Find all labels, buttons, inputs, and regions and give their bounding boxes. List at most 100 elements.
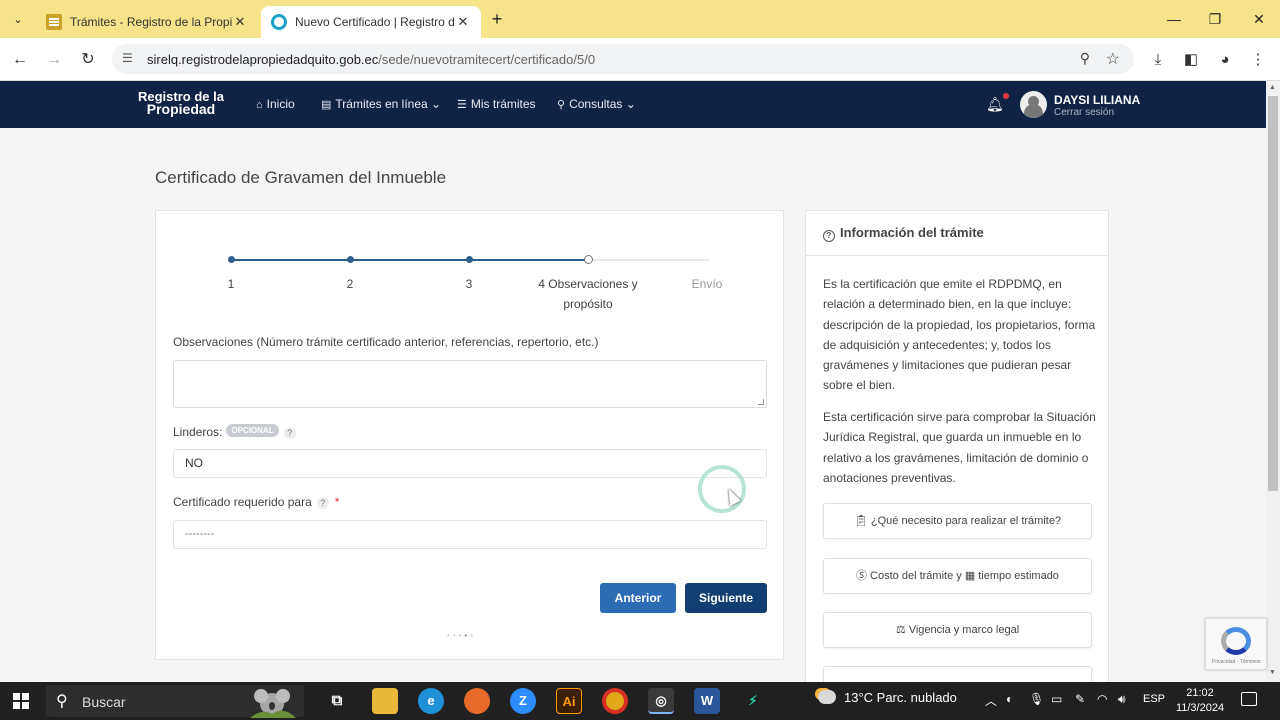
microphone-icon[interactable]: 🎙︎ — [1029, 692, 1044, 706]
help-icon[interactable]: ? — [283, 427, 296, 439]
legal-framework-button[interactable]: ⚖︎ Vigencia y marco legal — [823, 612, 1092, 648]
stepper-line-done — [232, 259, 589, 261]
stepper-line-todo — [589, 259, 709, 261]
url-text[interactable]: sirelq.registrodelapropiedadquito.gob.ec… — [147, 52, 595, 67]
nav-tramites-en-linea[interactable]: ▤ Trámites en línea ⌄ — [321, 97, 441, 111]
step-label-3: 3 — [465, 277, 473, 291]
linderos-input[interactable]: NO — [173, 449, 767, 478]
nav-consultas[interactable]: ⚲ Consultas ⌄ — [557, 97, 636, 111]
side-panel-icon[interactable]: ◧ — [1180, 49, 1202, 71]
clipboard-icon: 📋︎ — [853, 515, 868, 527]
nav-inicio[interactable]: ⌂ Inicio — [256, 97, 295, 111]
browser-menu-icon[interactable]: ⋮ — [1247, 49, 1269, 71]
zoom-icon[interactable]: ⚲ — [1080, 50, 1090, 67]
download-icon[interactable]: ⤓ — [1147, 49, 1169, 71]
edge-icon[interactable]: e — [418, 688, 444, 714]
language-indicator[interactable]: ESP — [1143, 693, 1165, 705]
profile-icon[interactable]: ◕ — [1214, 49, 1236, 71]
pen-icon[interactable]: ✎ — [1075, 692, 1085, 706]
close-tab-icon[interactable]: ✕ — [232, 14, 248, 30]
step-dot-1[interactable] — [228, 256, 235, 263]
taskbar-search-box[interactable]: ⚲ Buscar — [46, 685, 304, 718]
logout-link[interactable]: Cerrar sesión — [1054, 107, 1114, 118]
zoom-app-icon[interactable]: Z — [510, 688, 536, 714]
weather-widget[interactable]: 13°C Parc. nublado — [818, 690, 957, 705]
windows-taskbar: ⚲ Buscar ⧉ e Z Ai ◎ W ⚡︎ 13°C Parc. nubl… — [0, 682, 1280, 720]
browser-tab-nuevo-certificado[interactable]: Nuevo Certificado | Registro de ✕ — [261, 6, 481, 38]
info-card-title: Información del trámite — [840, 225, 984, 240]
tab-title: Trámites - Registro de la Propie — [70, 15, 232, 29]
browser-tab-bar: ⌄ Trámites - Registro de la Propie ✕ Nue… — [0, 0, 1280, 38]
page-scrollbar[interactable]: ▲ ▼ — [1266, 81, 1280, 682]
certificado-label-row: Certificado requerido para? * — [173, 495, 339, 509]
form-card: 1 2 3 4 Observaciones y propósito Envío … — [155, 210, 784, 660]
word-icon[interactable]: W — [694, 688, 720, 714]
volume-icon[interactable]: 🔊︎ — [1118, 692, 1126, 707]
display-icon[interactable]: ▭ — [1051, 692, 1062, 706]
nav-mis-tramites[interactable]: ☰ Mis trámites — [457, 97, 536, 111]
scrollbar-thumb[interactable] — [1268, 96, 1278, 491]
site-info-icon[interactable]: ☰ — [122, 51, 138, 67]
windows-start-icon[interactable] — [13, 693, 29, 709]
info-card-header: ? Información del trámite — [806, 211, 1108, 256]
screen-recorder-icon[interactable]: ⚡︎ — [740, 688, 766, 714]
koala-illustration-icon — [250, 689, 296, 718]
reload-icon[interactable]: ↻ — [77, 49, 99, 71]
browser-toolbar: ← → ↻ ☰ sirelq.registrodelapropiedadquit… — [0, 38, 1280, 81]
close-window-button[interactable]: ✕ — [1248, 8, 1270, 30]
optional-badge: OPCIONAL — [226, 424, 279, 437]
chevron-down-icon: ⌄ — [427, 97, 442, 111]
scale-icon: ⚖︎ — [895, 624, 906, 636]
chrome-icon[interactable] — [602, 688, 628, 714]
page-title: Certificado de Gravamen del Inmueble — [155, 168, 447, 187]
minimize-button[interactable]: — — [1163, 8, 1185, 30]
observaciones-label: Observaciones (Número trámite certificad… — [173, 335, 599, 349]
info-card: ? Información del trámite Es la certifica… — [805, 210, 1109, 696]
site-logo[interactable]: Registro de la Propiedad — [138, 90, 224, 116]
scroll-down-icon[interactable]: ▼ — [1269, 669, 1276, 676]
scroll-up-icon[interactable]: ▲ — [1269, 84, 1276, 91]
user-avatar[interactable] — [1020, 91, 1047, 118]
observaciones-textarea[interactable] — [173, 360, 767, 408]
step-dot-4-current[interactable] — [584, 255, 593, 264]
tray-app-icon[interactable]: ◐ — [1006, 692, 1013, 706]
bookmark-star-icon[interactable]: ☆ — [1106, 49, 1120, 69]
help-icon[interactable]: ? — [316, 497, 329, 509]
tray-chevron-icon[interactable]: ︿ — [985, 692, 997, 709]
system-clock[interactable]: 21:02 11/3/2024 — [1175, 686, 1225, 716]
restore-button[interactable]: ❐ — [1204, 8, 1226, 30]
task-view-icon[interactable]: ⧉ — [324, 688, 350, 714]
file-explorer-icon[interactable] — [372, 688, 398, 714]
cost-time-button[interactable]: Ⓢ Costo del trámite y ▦ tiempo estimado — [823, 558, 1092, 594]
step-label-1: 1 — [227, 277, 235, 291]
notifications-bell-icon[interactable]: 🔔︎ — [986, 93, 1009, 113]
firefox-icon[interactable] — [464, 688, 490, 714]
browser-tab-tramites[interactable]: Trámites - Registro de la Propie ✕ — [36, 6, 258, 38]
wifi-icon[interactable]: ◠ — [1097, 692, 1107, 706]
next-button[interactable]: Siguiente — [685, 583, 767, 613]
new-tab-button[interactable]: + — [487, 8, 507, 30]
help-circle-icon: ? — [823, 230, 835, 242]
illustrator-icon[interactable]: Ai — [556, 688, 582, 714]
forward-icon[interactable]: → — [43, 49, 65, 71]
back-icon[interactable]: ← — [9, 49, 31, 71]
recaptcha-badge[interactable]: Privacidad - Términos — [1205, 618, 1267, 670]
resize-handle-icon[interactable] — [758, 399, 764, 405]
close-tab-icon[interactable]: ✕ — [455, 14, 471, 30]
certificado-select[interactable]: -------- — [173, 520, 767, 549]
partly-cloudy-icon — [818, 690, 836, 704]
notification-dot — [1002, 93, 1009, 99]
info-paragraph-1: Es la certificación que emite el RDPDMQ,… — [823, 277, 1096, 393]
requirements-button[interactable]: 📋︎ ¿Qué necesito para realizar el trámite… — [823, 503, 1092, 539]
user-name[interactable]: DAYSI LILIANA — [1054, 93, 1140, 107]
previous-button[interactable]: Anterior — [600, 583, 676, 613]
step-label-envio: Envío — [691, 277, 723, 291]
step-dot-3[interactable] — [466, 256, 473, 263]
recaptcha-footer[interactable]: Privacidad - Términos — [1212, 659, 1261, 665]
linderos-label: Linderos: — [173, 425, 223, 439]
address-bar[interactable]: ☰ sirelq.registrodelapropiedadquito.gob.… — [112, 44, 1134, 74]
chrome-active-window-icon[interactable]: ◎ — [648, 688, 674, 714]
tab-search-button[interactable]: ⌄ — [6, 8, 30, 30]
step-dot-2[interactable] — [347, 256, 354, 263]
notifications-icon[interactable] — [1241, 692, 1257, 706]
